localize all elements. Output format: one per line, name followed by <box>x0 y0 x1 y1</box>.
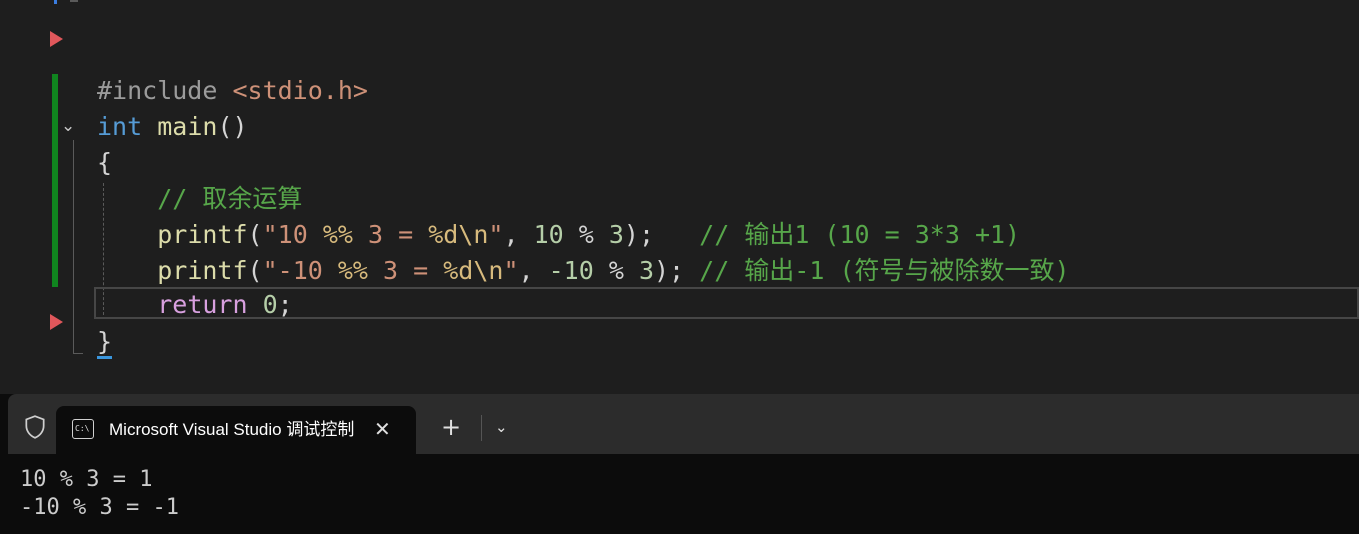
chevron-down-icon[interactable]: ⌄ <box>61 116 75 136</box>
chevron-down-icon[interactable]: ⌄ <box>495 416 508 438</box>
code-token: return <box>157 290 248 319</box>
code-token: ; <box>277 290 293 319</box>
code-token: // 取余运算 <box>97 184 303 213</box>
new-tab-button[interactable]: + <box>441 414 461 440</box>
code-token: , <box>518 256 549 285</box>
code-token: 3 <box>608 220 624 249</box>
code-token: "-10 <box>262 256 338 285</box>
shield-icon[interactable] <box>22 414 48 440</box>
scroll-fragment <box>54 0 57 4</box>
code-token: % <box>593 256 639 285</box>
code-token: // 输出-1 (符号与被除数一致) <box>699 256 1070 285</box>
code-token: 10 <box>533 220 564 249</box>
code-line[interactable]: printf("-10 %% 3 = %d\n", -10 % 3); // 输… <box>97 253 1070 289</box>
code-line[interactable]: int main() <box>97 109 248 145</box>
code-line[interactable]: return 0; <box>97 287 293 323</box>
code-token: } <box>97 327 113 356</box>
code-token: 3 = <box>352 220 429 249</box>
breakpoint-arrow-icon[interactable] <box>50 314 63 330</box>
code-token: // 输出1 (10 = 3*3 +1) <box>699 220 1021 249</box>
fold-line <box>73 140 74 354</box>
terminal-output-line: -10 % 3 = -1 <box>20 495 179 520</box>
code-token: %% <box>322 220 353 249</box>
code-token: printf <box>157 256 248 285</box>
code-token: " <box>503 256 519 285</box>
code-line[interactable]: printf("10 %% 3 = %d\n", 10 % 3); // 输出1… <box>97 217 1020 253</box>
code-token: 3 <box>638 256 654 285</box>
close-icon[interactable]: ✕ <box>374 416 391 442</box>
fold-fragment <box>70 0 78 2</box>
code-token: ( <box>247 256 263 285</box>
breakpoint-arrow-icon[interactable] <box>50 31 63 47</box>
terminal-output-line: 10 % 3 = 1 <box>20 467 153 492</box>
code-line[interactable]: // 取余运算 <box>97 181 302 217</box>
code-token: %d\n <box>443 256 504 285</box>
console-icon: C:\ <box>72 419 94 439</box>
code-token: ( <box>247 220 263 249</box>
code-token: main <box>157 112 218 141</box>
code-token: "10 <box>262 220 323 249</box>
code-token: , <box>503 220 534 249</box>
code-editor[interactable]: ⌄ #include <stdio.h> int main(){ // 取余运算 … <box>0 0 1359 394</box>
terminal-tabstrip: C:\ Microsoft Visual Studio 调试控制台 ✕ + ⌄ <box>8 394 1359 454</box>
code-token: printf <box>157 220 248 249</box>
code-token: 3 = <box>367 256 444 285</box>
code-line[interactable]: } <box>97 324 112 360</box>
tab-separator <box>481 415 482 441</box>
code-token: % <box>563 220 609 249</box>
change-indicator <box>52 74 58 287</box>
code-token: %% <box>337 256 368 285</box>
code-token: ); <box>623 220 700 249</box>
code-token: %d\n <box>428 220 489 249</box>
code-line[interactable]: #include <stdio.h> <box>97 73 368 109</box>
terminal-window[interactable]: C:\ Microsoft Visual Studio 调试控制台 ✕ + ⌄ … <box>0 394 1359 534</box>
code-token: int <box>97 112 143 141</box>
fold-line-end <box>73 353 83 354</box>
terminal-tab[interactable]: C:\ Microsoft Visual Studio 调试控制台 ✕ <box>56 406 416 454</box>
code-token: ); <box>654 256 700 285</box>
tab-title: Microsoft Visual Studio 调试控制台 <box>109 420 355 439</box>
code-token: { <box>97 148 113 177</box>
code-token: #include <box>97 76 233 105</box>
code-line[interactable]: { <box>97 145 112 181</box>
code-token: <stdio.h> <box>232 76 368 105</box>
code-token: () <box>217 112 248 141</box>
code-token: 0 <box>262 290 278 319</box>
brace-match-underline <box>97 356 112 359</box>
code-token: -10 <box>548 256 594 285</box>
code-token: " <box>488 220 504 249</box>
